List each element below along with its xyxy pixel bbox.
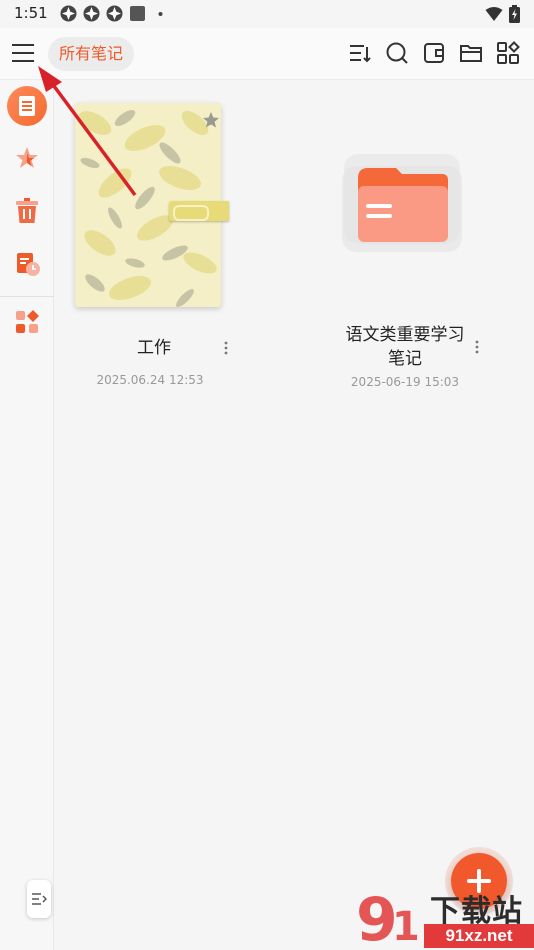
note-date: 2025.06.24 12:53 [96,373,204,387]
notebook-clasp [169,201,229,221]
battery-icon [509,5,520,27]
recent-icon [17,253,40,276]
trash-icon [16,198,38,223]
all-notes-icon [19,96,35,116]
dot-icon [152,5,169,22]
status-time: 1:51 [14,4,48,22]
sidebar-item-trash[interactable] [7,191,47,231]
note-title: 语文类重要学习笔记 [345,325,465,369]
search-icon[interactable] [385,40,409,66]
top-app-bar: 所有笔记 [0,28,534,80]
wallet-icon[interactable] [422,40,446,66]
toolbar [348,40,520,66]
notes-grid: 工作 2025.06.24 12:53 语文类重要学习笔记 2025-06-19… [55,81,534,950]
svg-text:1: 1 [392,904,420,950]
more-options-icon[interactable] [471,337,483,357]
sidebar-item-apps[interactable] [7,302,47,342]
page-title[interactable]: 所有笔记 [48,37,135,71]
status-icons [60,5,169,22]
notification-pinwheel-icon [83,5,100,22]
apps-icon [16,310,39,333]
folder-thumbnail[interactable] [338,146,468,256]
sidebar-divider [0,296,54,297]
menu-icon[interactable] [10,40,36,66]
sidebar-item-all-notes[interactable] [7,86,47,126]
note-date: 2025-06-19 15:03 [350,375,460,389]
wifi-icon [485,6,503,26]
sidebar-item-recent[interactable] [7,244,47,284]
status-bar: 1:51 [0,0,534,28]
more-options-icon[interactable] [220,338,232,358]
sidebar-item-favorites[interactable] [7,138,47,178]
folder-icon[interactable] [459,40,483,66]
grid-icon[interactable] [496,40,520,66]
favorites-icon [16,147,38,168]
notification-pinwheel-icon [60,5,77,22]
sort-icon[interactable] [348,40,372,66]
status-right [485,5,520,27]
sidebar-collapse-button[interactable] [27,880,51,918]
watermark-url: 91xz.net [424,924,534,948]
collapse-icon [32,893,47,905]
sidebar [0,80,54,950]
notification-square-icon [129,5,146,22]
note-title: 工作 [137,338,171,358]
notification-pinwheel-icon [106,5,123,22]
favorite-star-icon[interactable] [202,111,220,133]
folder-icon [342,154,462,252]
